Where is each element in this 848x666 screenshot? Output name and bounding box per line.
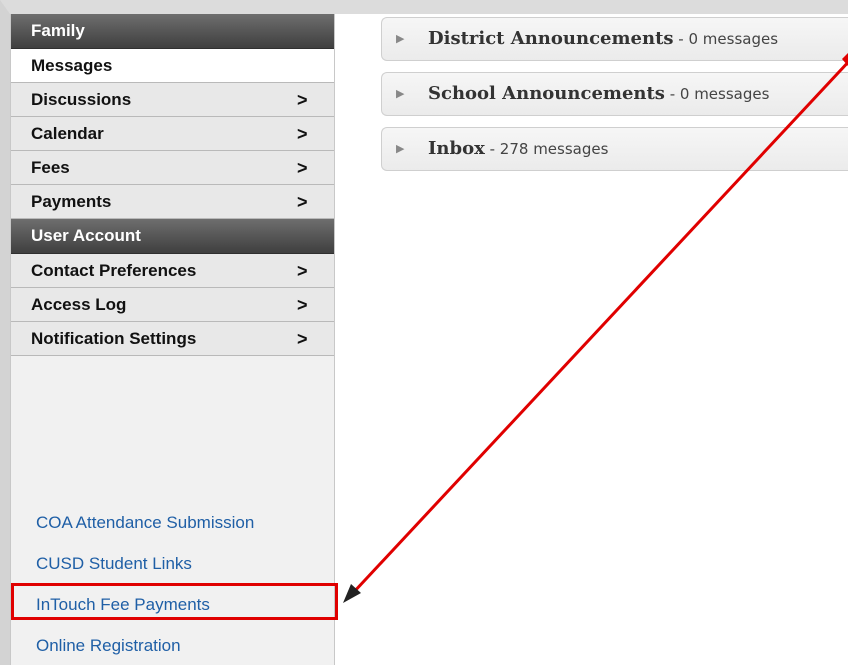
nav-item-label: Contact Preferences <box>31 261 197 280</box>
highlight-box <box>11 583 338 620</box>
nav-item-messages[interactable]: Messages <box>11 49 334 83</box>
nav-item-contact-preferences[interactable]: Contact Preferences > <box>11 254 334 288</box>
nav-item-label: Calendar <box>31 124 104 143</box>
nav-item-label: Notification Settings <box>31 329 197 348</box>
link-coa-attendance-submission[interactable]: COA Attendance Submission <box>11 502 334 543</box>
nav-item-calendar[interactable]: Calendar > <box>11 117 334 151</box>
section-header-family: Family <box>11 14 334 49</box>
nav-item-payments[interactable]: Payments > <box>11 185 334 219</box>
triangle-right-icon: ▶ <box>396 88 405 100</box>
message-count: - 278 messages <box>484 140 609 158</box>
triangle-right-icon: ▶ <box>396 33 405 45</box>
chevron-right-icon: > <box>297 261 308 281</box>
message-count: - 0 messages <box>664 85 770 103</box>
link-cusd-student-links[interactable]: CUSD Student Links <box>11 543 334 584</box>
nav-item-notification-settings[interactable]: Notification Settings > <box>11 322 334 356</box>
panel-inbox[interactable]: ▶ Inbox - 278 messages <box>381 127 848 171</box>
panel-school-announcements[interactable]: ▶ School Announcements - 0 messages <box>381 72 848 116</box>
chevron-right-icon: > <box>297 329 308 349</box>
panel-district-announcements[interactable]: ▶ District Announcements - 0 messages <box>381 17 848 61</box>
chevron-right-icon: > <box>297 124 308 144</box>
triangle-right-icon: ▶ <box>396 143 405 155</box>
chevron-right-icon: > <box>297 158 308 178</box>
nav-item-fees[interactable]: Fees > <box>11 151 334 185</box>
nav-item-label: Fees <box>31 158 70 177</box>
nav-item-discussions[interactable]: Discussions > <box>11 83 334 117</box>
panel-title: School Announcements - 0 messages <box>428 83 770 104</box>
chevron-right-icon: > <box>297 90 308 110</box>
chevron-right-icon: > <box>297 295 308 315</box>
nav-item-access-log[interactable]: Access Log > <box>11 288 334 322</box>
section-header-user-account: User Account <box>11 219 334 254</box>
nav-item-label: Discussions <box>31 90 132 109</box>
link-online-registration[interactable]: Online Registration <box>11 625 334 666</box>
nav-item-label: Payments <box>31 192 112 211</box>
panel-title: District Announcements - 0 messages <box>428 28 779 49</box>
nav-item-label: Messages <box>31 56 113 75</box>
chevron-right-icon: > <box>297 192 308 212</box>
panel-title: Inbox - 278 messages <box>428 138 609 159</box>
message-count: - 0 messages <box>673 30 779 48</box>
nav-item-label: Access Log <box>31 295 127 314</box>
sidebar: Family Messages Discussions > Calendar >… <box>10 14 335 665</box>
